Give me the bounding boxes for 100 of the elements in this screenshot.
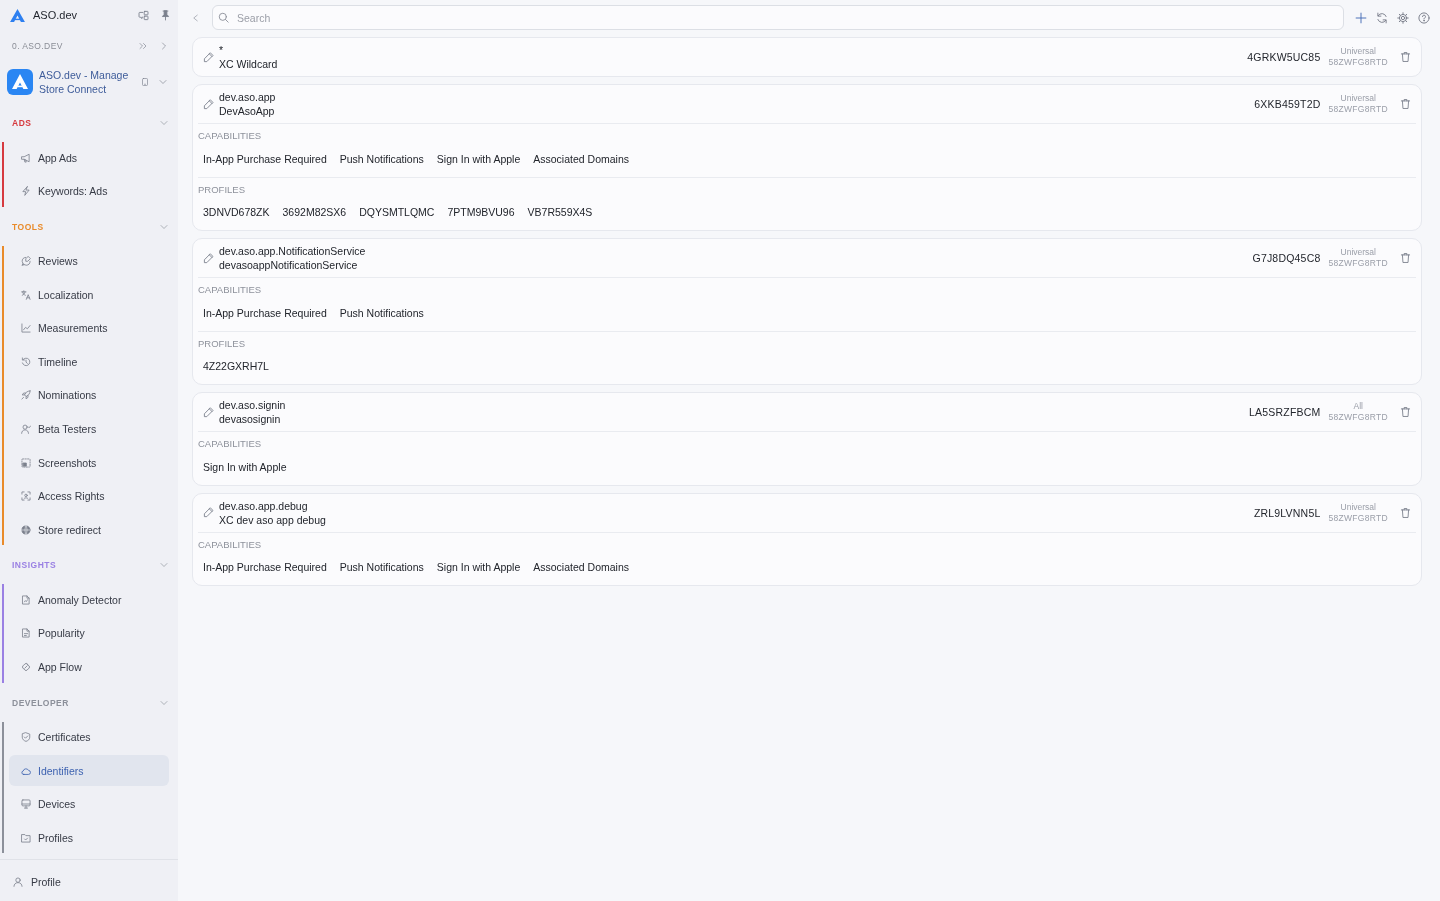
- trash-icon[interactable]: [1400, 98, 1411, 110]
- section-heading: CAPABILITIES: [198, 437, 262, 451]
- profile-item: DQYSMTLQMC: [358, 205, 436, 219]
- sidebar-item[interactable]: Devices: [9, 788, 169, 820]
- double-chevron-right-icon[interactable]: [139, 42, 147, 50]
- platform-label: Universal: [1340, 501, 1376, 513]
- capability-item: In-App Purchase Required: [202, 560, 328, 574]
- team-code: 58ZWFG8RTD: [1328, 57, 1388, 68]
- identifier-code: LA5SRZFBCM: [1249, 406, 1321, 418]
- sidebar-item[interactable]: Access Rights: [9, 480, 169, 512]
- sidebar-item[interactable]: Measurements: [9, 312, 169, 344]
- trash-icon[interactable]: [1400, 406, 1411, 418]
- document-chart-icon: [21, 628, 31, 639]
- user-icon: [13, 877, 23, 887]
- section-heading: CAPABILITIES: [198, 537, 262, 552]
- profile-item: 3692M82SX6: [281, 205, 348, 219]
- translate-icon: [21, 289, 31, 300]
- identifier-code: 4GRKW5UC85: [1247, 51, 1321, 63]
- search-icon: [218, 12, 229, 23]
- bundle-id: dev.aso.app.NotificationService: [219, 244, 366, 258]
- pencil-icon[interactable]: [203, 98, 214, 110]
- section-header[interactable]: ADS: [0, 113, 178, 133]
- identifier-name: XC Wildcard: [219, 57, 278, 71]
- sidebar-item[interactable]: Beta Testers: [9, 413, 169, 445]
- capability-item: Sign In with Apple: [435, 560, 522, 574]
- chevron-right-icon[interactable]: [160, 42, 168, 50]
- logo-icon: [10, 8, 25, 22]
- chat-bubble-icon: [21, 256, 31, 267]
- chevron-down-icon: [160, 561, 168, 570]
- bundle-id: dev.aso.app.debug: [219, 498, 308, 513]
- megaphone-icon: [21, 152, 31, 163]
- trash-icon[interactable]: [1400, 252, 1411, 264]
- sidebar-item[interactable]: Identifiers: [9, 755, 169, 787]
- profile-item: 3DNVD678ZK: [202, 205, 271, 219]
- folder-check-icon: [21, 832, 31, 843]
- profile-button[interactable]: Profile: [12, 873, 65, 891]
- sidebar-item[interactable]: Timeline: [9, 346, 169, 378]
- plus-icon[interactable]: [1354, 11, 1367, 24]
- settings-icon[interactable]: [1396, 11, 1409, 24]
- section-heading: CAPABILITIES: [198, 129, 262, 143]
- identifier-name: DevAsoApp: [219, 104, 275, 118]
- sidebar-item[interactable]: Nominations: [9, 379, 169, 411]
- app-logo-icon: [7, 69, 33, 95]
- pencil-icon[interactable]: [203, 51, 214, 63]
- capability-item: Push Notifications: [338, 151, 425, 166]
- identifier-name: devasoappNotificationService: [219, 258, 358, 272]
- history-icon: [21, 356, 31, 367]
- sidebar-item[interactable]: Reviews: [9, 245, 169, 277]
- sidebar-item[interactable]: App Flow: [9, 651, 169, 683]
- chevron-left-icon[interactable]: [192, 12, 199, 23]
- monitor-icon: [21, 799, 31, 810]
- pencil-icon[interactable]: [203, 507, 214, 518]
- sidebar-item[interactable]: Keywords: Ads: [9, 175, 169, 207]
- phone-icon[interactable]: [141, 76, 149, 88]
- pencil-icon[interactable]: [203, 406, 214, 418]
- sidebar-item[interactable]: Store redirect: [9, 514, 169, 546]
- search-field[interactable]: Search: [212, 5, 1344, 30]
- user-icon: [21, 424, 31, 435]
- platform-label: All: [1353, 401, 1363, 412]
- sidebar-item[interactable]: Profiles: [9, 822, 169, 854]
- sidebar-item[interactable]: Localization: [9, 279, 169, 311]
- sidebar-item[interactable]: Popularity: [9, 617, 169, 649]
- refresh-icon[interactable]: [1375, 11, 1388, 24]
- bundle-id: *: [219, 43, 224, 57]
- section-heading: CAPABILITIES: [198, 283, 262, 297]
- capability-item: In-App Purchase Required: [202, 151, 328, 166]
- pencil-icon[interactable]: [203, 252, 214, 264]
- help-icon[interactable]: [1417, 11, 1430, 24]
- pin-icon[interactable]: [159, 9, 171, 21]
- sidebar-item[interactable]: Screenshots: [9, 447, 169, 479]
- document-icon: [21, 594, 31, 605]
- sidebar-item[interactable]: Anomaly Detector: [9, 584, 169, 616]
- account-name: 0. ASO.DEV: [12, 41, 63, 51]
- capability-item: Associated Domains: [532, 560, 630, 574]
- capability-item: Push Notifications: [338, 560, 425, 574]
- sidebar-item[interactable]: App Ads: [9, 142, 169, 173]
- panel-toggle-icon[interactable]: [137, 9, 149, 21]
- profile-item: VB7R559X4S: [526, 205, 594, 219]
- trash-icon[interactable]: [1400, 506, 1411, 519]
- sidebar-item[interactable]: Certificates: [9, 721, 169, 753]
- line-chart-icon: [21, 323, 31, 334]
- capability-item: Associated Domains: [532, 151, 630, 166]
- identifier-code: 6XKB459T2D: [1254, 98, 1321, 110]
- shield-check-icon: [21, 732, 31, 743]
- chevron-down-icon[interactable]: [159, 78, 167, 86]
- bundle-id: dev.aso.signin: [219, 398, 286, 412]
- identifier-code: ZRL9LVNN5L: [1253, 506, 1321, 519]
- identifier-code: G7J8DQ45C8: [1252, 252, 1321, 264]
- platform-label: Universal: [1340, 93, 1376, 104]
- capability-item: Push Notifications: [338, 305, 425, 320]
- section-heading: PROFILES: [198, 336, 245, 351]
- identifier-name: XC dev aso app debug: [219, 512, 326, 527]
- app-name: ASO.dev - Manage Store Connect: [39, 68, 130, 96]
- team-code: 58ZWFG8RTD: [1328, 258, 1388, 269]
- team-code: 58ZWFG8RTD: [1328, 104, 1388, 115]
- team-code: 58ZWFG8RTD: [1328, 512, 1388, 524]
- bundle-id: dev.aso.app: [219, 90, 276, 104]
- trash-icon[interactable]: [1400, 51, 1411, 63]
- chevron-down-icon: [160, 119, 168, 127]
- screenshot-frame-icon: [21, 457, 31, 468]
